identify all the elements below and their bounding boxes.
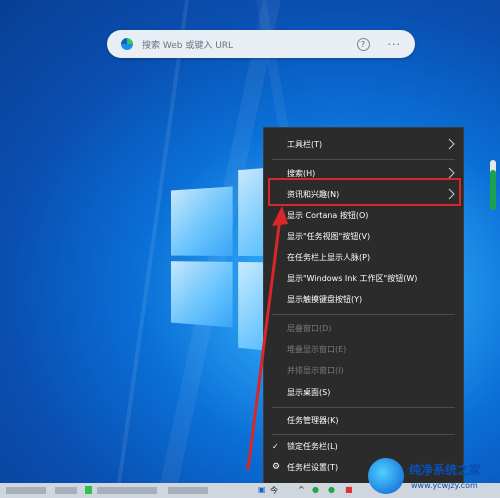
taskbar-app-icon[interactable] [85, 486, 92, 494]
taskbar-blurred-item [97, 487, 157, 494]
widget-icon[interactable]: ▣ [258, 485, 266, 494]
watermark-logo [368, 458, 404, 494]
tray-app-icon[interactable]: ■ [345, 485, 353, 494]
annotation-arrow [246, 206, 288, 471]
site-watermark: 纯净系统之家 www.ycwjzy.com [368, 456, 500, 498]
taskbar-blurred-item [6, 487, 46, 494]
news-taskbar-text[interactable]: 今 [270, 485, 278, 496]
wechat-icon[interactable]: ● [312, 485, 319, 494]
tray-overflow-icon[interactable]: ^ [298, 485, 305, 494]
watermark-url: www.ycwjzy.com [411, 481, 478, 490]
taskbar-blurred-item [55, 487, 77, 494]
tray-app-icon[interactable]: ● [328, 485, 335, 494]
taskbar-blurred-item [168, 487, 208, 494]
watermark-title: 纯净系统之家 [409, 463, 482, 477]
